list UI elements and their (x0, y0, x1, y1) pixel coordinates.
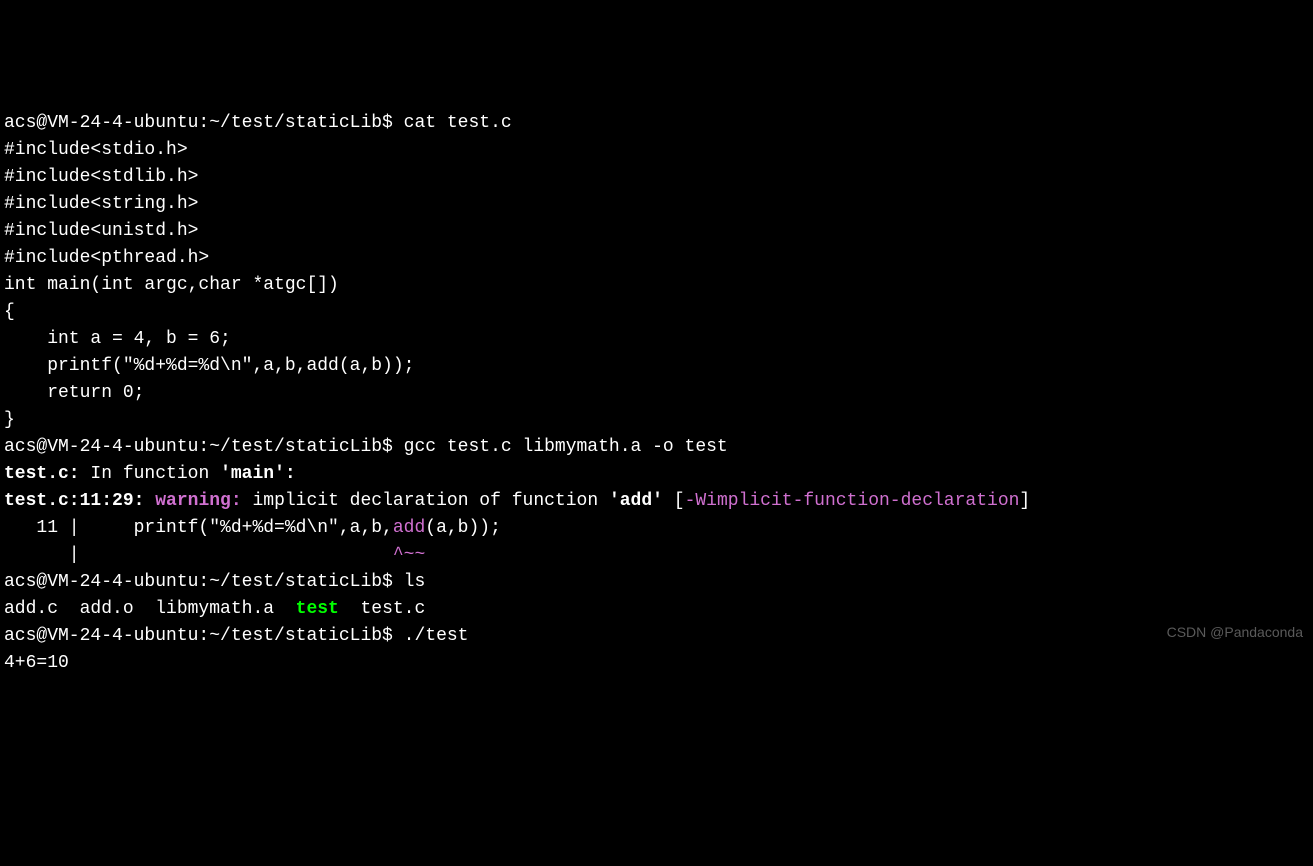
file-list: add.c add.o libmymath.a (4, 599, 296, 619)
compiler-context-line: 11 | printf("%d+%d=%d\n",a,b,add(a,b)); (4, 515, 1309, 542)
warning-label: warning: (155, 491, 252, 511)
function-name: 'main' (220, 464, 285, 484)
code-line: int main(int argc,char *atgc[]) (4, 272, 1309, 299)
code-line: #include<unistd.h> (4, 218, 1309, 245)
file-list: test.c (339, 599, 425, 619)
context-prefix: 11 | printf("%d+%d=%d\n",a,b, (4, 518, 393, 538)
command-text: ./test (404, 626, 469, 646)
code-line: { (4, 299, 1309, 326)
shell-prompt: acs@VM-24-4-ubuntu:~/test/staticLib$ (4, 437, 404, 457)
warning-flag: -Wimplicit-function-declaration (685, 491, 1020, 511)
caret-marker: ^~~ (393, 545, 425, 565)
prompt-line-3: acs@VM-24-4-ubuntu:~/test/staticLib$ ls (4, 569, 1309, 596)
prompt-line-1: acs@VM-24-4-ubuntu:~/test/staticLib$ cat… (4, 110, 1309, 137)
file-ref: test.c: (4, 464, 80, 484)
compiler-warning-line: test.c:11:29: warning: implicit declarat… (4, 488, 1309, 515)
code-line: return 0; (4, 380, 1309, 407)
ls-output-line: add.c add.o libmymath.a test test.c (4, 596, 1309, 623)
command-text: cat test.c (404, 113, 512, 133)
file-loc: test.c:11:29: (4, 491, 144, 511)
text: : (285, 464, 296, 484)
shell-prompt: acs@VM-24-4-ubuntu:~/test/staticLib$ (4, 626, 404, 646)
compiler-output-line: test.c: In function 'main': (4, 461, 1309, 488)
code-line: #include<string.h> (4, 191, 1309, 218)
highlighted-symbol: add (393, 518, 425, 538)
prompt-line-2: acs@VM-24-4-ubuntu:~/test/staticLib$ gcc… (4, 434, 1309, 461)
shell-prompt: acs@VM-24-4-ubuntu:~/test/staticLib$ (4, 113, 404, 133)
marker-prefix: | (4, 545, 393, 565)
context-suffix: (a,b)); (425, 518, 501, 538)
shell-prompt: acs@VM-24-4-ubuntu:~/test/staticLib$ (4, 572, 404, 592)
code-line: } (4, 407, 1309, 434)
compiler-marker-line: | ^~~ (4, 542, 1309, 569)
watermark-text: CSDN @Pandaconda (1167, 622, 1303, 643)
code-line: #include<stdlib.h> (4, 164, 1309, 191)
bracket: [ (663, 491, 685, 511)
bracket: ] (1019, 491, 1030, 511)
warning-text: implicit declaration of function (252, 491, 608, 511)
command-text: ls (404, 572, 426, 592)
terminal-output[interactable]: acs@VM-24-4-ubuntu:~/test/staticLib$ cat… (4, 110, 1309, 677)
text: In function (80, 464, 220, 484)
program-output: 4+6=10 (4, 650, 1309, 677)
symbol-name: 'add' (609, 491, 663, 511)
executable-file: test (296, 599, 339, 619)
command-text: gcc test.c libmymath.a -o test (404, 437, 728, 457)
code-line: #include<stdio.h> (4, 137, 1309, 164)
code-line: printf("%d+%d=%d\n",a,b,add(a,b)); (4, 353, 1309, 380)
code-line: #include<pthread.h> (4, 245, 1309, 272)
prompt-line-4: acs@VM-24-4-ubuntu:~/test/staticLib$ ./t… (4, 623, 1309, 650)
code-line: int a = 4, b = 6; (4, 326, 1309, 353)
space (144, 491, 155, 511)
